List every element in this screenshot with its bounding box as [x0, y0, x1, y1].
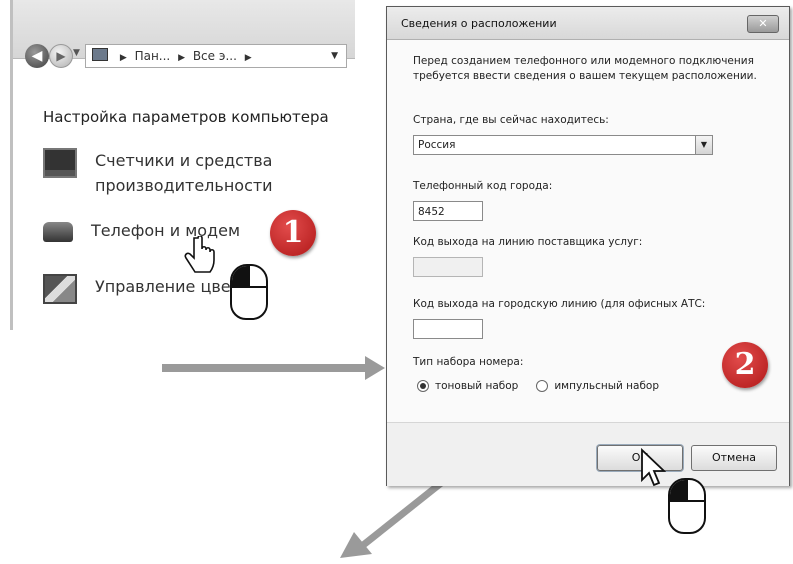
chevron-down-icon[interactable]: ▼: [695, 136, 712, 154]
cp-item-label: производительности: [95, 176, 273, 195]
chevron-down-icon[interactable]: ▼: [331, 45, 338, 67]
page-title: Настройка параметров компьютера: [43, 108, 329, 126]
area-code-input[interactable]: 8452: [413, 201, 483, 221]
breadcrumb-item[interactable]: Пан...: [135, 49, 171, 63]
forward-button[interactable]: ▶: [49, 44, 73, 68]
chevron-right-icon: ▶: [119, 53, 127, 63]
color-management-icon: [43, 274, 77, 304]
location-info-dialog: Сведения о расположении ✕ Перед создание…: [386, 6, 790, 486]
history-dropdown-icon[interactable]: ▼: [73, 48, 80, 58]
performance-icon: [43, 148, 77, 178]
breadcrumb-item[interactable]: Все э...: [193, 49, 237, 63]
radio-tone[interactable]: [417, 380, 429, 392]
cancel-button[interactable]: Отмена: [691, 445, 777, 471]
close-button[interactable]: ✕: [747, 15, 779, 33]
country-select-value: Россия: [418, 139, 456, 151]
mouse-left-click-icon: [230, 264, 268, 320]
dial-type-group: тоновый набор импульсный набор: [417, 380, 659, 392]
radio-tone-label[interactable]: тоновый набор: [435, 380, 518, 392]
outside-line-label: Код выхода на городскую линию (для офисн…: [413, 298, 706, 310]
dialog-intro-text: Перед созданием телефонного или модемног…: [413, 55, 757, 82]
arrow-right-head: [365, 356, 385, 380]
control-panel-icon: [92, 48, 108, 61]
dialog-footer: ОК Отмена: [387, 422, 789, 486]
mouse-left-click-icon: [668, 478, 706, 534]
outside-line-input[interactable]: [413, 319, 483, 339]
area-code-label: Телефонный код города:: [413, 180, 553, 192]
breadcrumb[interactable]: ▶ Пан... ▶ Все э... ▶ ▼: [85, 44, 347, 68]
chevron-right-icon: ▶: [178, 53, 185, 63]
phone-modem-icon: [43, 222, 73, 242]
step-badge-1: 1: [270, 210, 316, 256]
arrow-cursor-icon: [641, 448, 666, 487]
dialog-titlebar[interactable]: Сведения о расположении ✕: [387, 7, 789, 40]
radio-pulse-label[interactable]: импульсный набор: [554, 380, 659, 392]
back-button[interactable]: ◀: [25, 44, 49, 68]
radio-pulse[interactable]: [536, 380, 549, 392]
cp-item-color-management[interactable]: Управление цве: [43, 274, 231, 304]
cp-item-performance[interactable]: Счетчики и средства производительности: [43, 148, 273, 198]
cp-item-label: Счетчики и средства: [95, 151, 273, 170]
carrier-code-label: Код выхода на линию поставщика услуг:: [413, 236, 643, 248]
country-label: Страна, где вы сейчас находитесь:: [413, 114, 609, 126]
dialog-title: Сведения о расположении: [401, 17, 557, 30]
chevron-right-icon: ▶: [244, 53, 252, 63]
country-select[interactable]: Россия ▼: [413, 135, 713, 155]
step-badge-2: 2: [722, 342, 768, 388]
control-panel-window: ◀ ▶ ▼ ▶ Пан... ▶ Все э... ▶ ▼ Настройка …: [10, 0, 355, 330]
hand-cursor-icon: [184, 236, 215, 273]
arrow-right: [162, 364, 367, 372]
dial-type-label: Тип набора номера:: [413, 356, 524, 368]
carrier-code-input[interactable]: [413, 257, 483, 277]
